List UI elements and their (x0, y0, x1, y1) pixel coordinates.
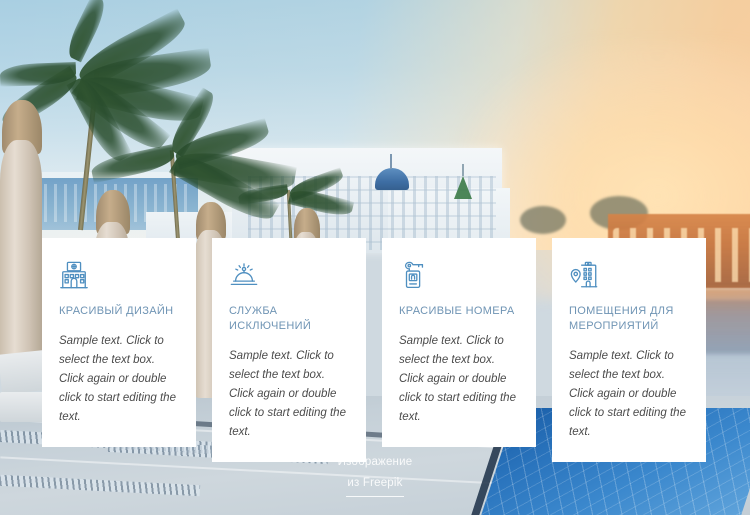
hotel-building-icon (59, 260, 89, 290)
feature-card-title: СЛУЖБА ИСКЛЮЧЕНИЙ (229, 305, 312, 332)
feature-cards-row: КРАСИВЫЙ ДИЗАЙН Sample text. Click to se… (42, 238, 708, 462)
hotel-green-spire (454, 164, 472, 199)
closed-umbrella (0, 140, 42, 370)
page-root: КРАСИВЫЙ ДИЗАЙН Sample text. Click to se… (0, 0, 750, 515)
service-bell-icon (229, 260, 259, 290)
feature-card-body: Sample text. Click to select the text bo… (569, 350, 686, 438)
map-pin-building-icon (569, 260, 599, 290)
feature-card-body: Sample text. Click to select the text bo… (229, 350, 346, 438)
feature-card-title: КРАСИВЫЙ ДИЗАЙН (59, 305, 174, 317)
feature-card[interactable]: СЛУЖБА ИСКЛЮЧЕНИЙ Sample text. Click to … (212, 238, 366, 462)
tree-silhouette (520, 206, 566, 234)
feature-card-title: КРАСИВЫЕ НОМЕРА (399, 305, 515, 317)
feature-card-body: Sample text. Click to select the text bo… (399, 335, 516, 423)
door-hanger-key-icon (399, 260, 429, 290)
feature-card[interactable]: КРАСИВЫЙ ДИЗАЙН Sample text. Click to se… (42, 238, 196, 447)
feature-card-title: ПОМЕЩЕНИЯ ДЛЯ МЕРОПРИЯТИЙ (569, 305, 674, 332)
feature-card[interactable]: ПОМЕЩЕНИЯ ДЛЯ МЕРОПРИЯТИЙ Sample text. C… (552, 238, 706, 462)
feature-card-body: Sample text. Click to select the text bo… (59, 335, 176, 423)
feature-card[interactable]: КРАСИВЫЕ НОМЕРА Sample text. Click to se… (382, 238, 536, 447)
